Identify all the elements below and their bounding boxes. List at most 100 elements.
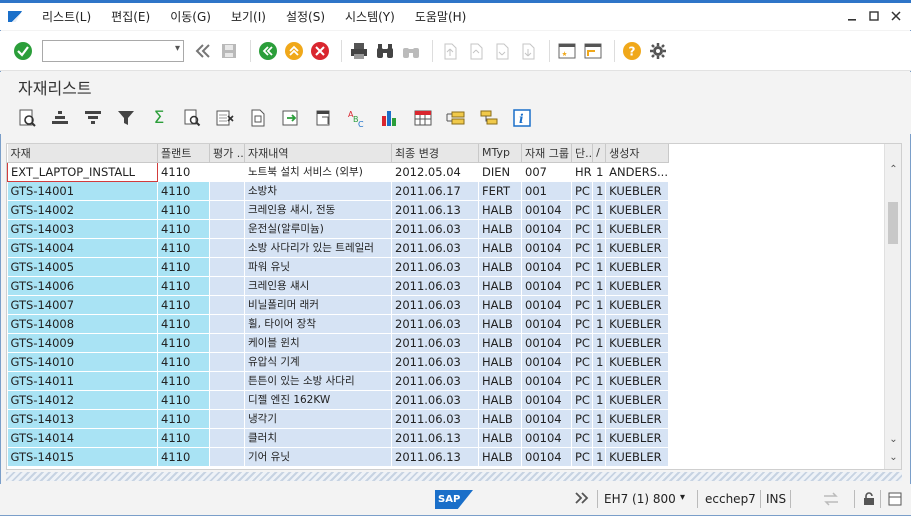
cell-unit[interactable]: PC [571, 181, 594, 201]
column-header-material-group[interactable]: 자재 그룹 [521, 144, 572, 163]
menu-settings[interactable]: 설정(S) [276, 8, 335, 25]
cell-material[interactable]: GTS-14013 [7, 409, 158, 429]
filter-icon[interactable] [115, 107, 137, 129]
cell-valuation[interactable] [209, 276, 245, 296]
cell-material-type[interactable]: DIEN [478, 162, 522, 182]
table-row[interactable]: GTS-14009 4110 케이블 윈치 2011.06.03 HALB 00104 PC… [7, 333, 670, 353]
next-page-icon[interactable] [491, 40, 513, 62]
cell-material-type[interactable]: HALB [478, 352, 522, 372]
details-icon[interactable] [16, 107, 38, 129]
cell-created-by[interactable]: KUEBLER [605, 257, 670, 277]
cell-created-by[interactable]: KUEBLER [605, 409, 670, 429]
cell-description[interactable]: 유압식 기계 [244, 352, 392, 372]
cell-last-change[interactable]: 2012.05.04 [391, 162, 479, 182]
scroll-up-icon[interactable]: ⌃ [885, 164, 901, 175]
cell-last-change[interactable]: 2011.06.03 [391, 371, 479, 391]
cell-quantity[interactable]: 1 [592, 352, 607, 372]
cell-plant[interactable]: 4110 [157, 181, 210, 201]
cell-description[interactable]: 크레인용 섀시, 전동 [244, 200, 392, 220]
cell-material-group[interactable]: 00104 [521, 352, 572, 372]
cell-plant[interactable]: 4110 [157, 333, 210, 353]
chevron-down-icon[interactable]: ▾ [175, 43, 180, 54]
cell-material[interactable]: GTS-14015 [7, 447, 158, 467]
cell-last-change[interactable]: 2011.06.03 [391, 390, 479, 410]
column-header-plant[interactable]: 플랜트 [157, 144, 210, 163]
cell-unit[interactable]: PC [571, 409, 594, 429]
cell-unit[interactable]: PC [571, 447, 594, 467]
cell-created-by[interactable]: KUEBLER [605, 333, 670, 353]
abc-analysis-icon[interactable]: ABC [346, 107, 368, 129]
cell-plant[interactable]: 4110 [157, 428, 210, 448]
menu-edit[interactable]: 편집(E) [101, 8, 160, 25]
cell-last-change[interactable]: 2011.06.03 [391, 257, 479, 277]
table-row[interactable]: EXT_LAPTOP_INSTALL 4110 노트북 설치 서비스 (외부) 201… [7, 161, 670, 182]
cell-quantity[interactable]: 1 [592, 181, 607, 201]
cell-material-type[interactable]: HALB [478, 371, 522, 391]
cell-description[interactable]: 소방차 [244, 181, 392, 201]
table-row[interactable]: GTS-14012 4110 디젤 엔진 162KW 2011.06.03 HALB 00… [7, 390, 670, 410]
layout-menu-icon[interactable] [888, 492, 902, 509]
cell-valuation[interactable] [209, 295, 245, 315]
generate-shortcut-icon[interactable] [582, 40, 604, 62]
scrollbar-thumb[interactable] [888, 202, 898, 244]
system-dropdown-icon[interactable]: ▾ [680, 492, 685, 503]
cell-valuation[interactable] [209, 333, 245, 353]
cell-created-by[interactable]: KUEBLER [605, 428, 670, 448]
cell-last-change[interactable]: 2011.06.03 [391, 314, 479, 334]
cell-material[interactable]: GTS-14003 [7, 219, 158, 239]
cell-description[interactable]: 파워 유닛 [244, 257, 392, 277]
table-row[interactable]: GTS-14007 4110 비닐폴리머 래커 2011.06.03 HALB 00104… [7, 295, 670, 315]
cell-unit[interactable]: PC [571, 333, 594, 353]
cell-last-change[interactable]: 2011.06.03 [391, 409, 479, 429]
cell-created-by[interactable]: KUEBLER [605, 295, 670, 315]
cell-material-type[interactable]: FERT [478, 181, 522, 201]
cell-material-group[interactable]: 007 [521, 162, 572, 182]
change-layout-icon[interactable] [412, 107, 434, 129]
table-row[interactable]: GTS-14013 4110 냉각기 2011.06.03 HALB 00104 PC 1 KU… [7, 409, 670, 429]
cell-material-type[interactable]: HALB [478, 200, 522, 220]
cell-material-group[interactable]: 00104 [521, 409, 572, 429]
cell-description[interactable]: 노트북 설치 서비스 (외부) [244, 162, 392, 182]
table-row[interactable]: GTS-14003 4110 운전실(알루미늄) 2011.06.03 HALB 0010… [7, 219, 670, 239]
cell-created-by[interactable]: KUEBLER [605, 371, 670, 391]
cell-quantity[interactable]: 1 [592, 162, 607, 182]
cell-material-type[interactable]: HALB [478, 409, 522, 429]
cell-plant[interactable]: 4110 [157, 314, 210, 334]
cell-material[interactable]: GTS-14012 [7, 390, 158, 410]
cell-unit[interactable]: PC [571, 219, 594, 239]
cell-material[interactable]: GTS-14010 [7, 352, 158, 372]
cell-description[interactable]: 소방 사다리가 있는 트레일러 [244, 238, 392, 258]
cell-material[interactable]: GTS-14007 [7, 295, 158, 315]
maximize-icon[interactable] [865, 7, 883, 25]
cell-description[interactable]: 운전실(알루미늄) [244, 219, 392, 239]
cell-material-group[interactable]: 00104 [521, 238, 572, 258]
horizontal-scroll-area[interactable] [6, 472, 902, 481]
enter-check-icon[interactable] [12, 40, 34, 62]
cell-material[interactable]: GTS-14008 [7, 314, 158, 334]
cell-material[interactable]: EXT_LAPTOP_INSTALL [7, 161, 158, 182]
menu-system[interactable]: 시스템(Y) [335, 8, 405, 25]
information-icon[interactable]: i [511, 107, 533, 129]
column-header-unit[interactable]: 단.. [571, 144, 594, 163]
cell-valuation[interactable] [209, 428, 245, 448]
table-row[interactable]: GTS-14011 4110 튼튼이 있는 소방 사다리 2011.06.03 HALB… [7, 371, 670, 391]
cell-material-group[interactable]: 00104 [521, 314, 572, 334]
cell-material-group[interactable]: 00104 [521, 219, 572, 239]
cell-unit[interactable]: PC [571, 295, 594, 315]
cell-created-by[interactable]: KUEBLER [605, 390, 670, 410]
cell-description[interactable]: 크레인용 섀시 [244, 276, 392, 296]
cell-material[interactable]: GTS-14005 [7, 257, 158, 277]
cell-quantity[interactable]: 1 [592, 314, 607, 334]
scroll-down-icon[interactable]: ⌄ [885, 434, 901, 445]
cell-unit[interactable]: PC [571, 314, 594, 334]
cell-material-type[interactable]: HALB [478, 333, 522, 353]
cell-valuation[interactable] [209, 257, 245, 277]
word-export-icon[interactable] [247, 107, 269, 129]
cell-material-type[interactable]: HALB [478, 447, 522, 467]
cell-material-group[interactable]: 00104 [521, 257, 572, 277]
cell-unit[interactable]: PC [571, 390, 594, 410]
table-row[interactable]: GTS-14015 4110 기어 유닛 2011.06.13 HALB 00104 PC 1… [7, 447, 670, 467]
double-chevron-left-icon[interactable] [192, 40, 214, 62]
cell-material-group[interactable]: 00104 [521, 428, 572, 448]
cell-unit[interactable]: PC [571, 238, 594, 258]
